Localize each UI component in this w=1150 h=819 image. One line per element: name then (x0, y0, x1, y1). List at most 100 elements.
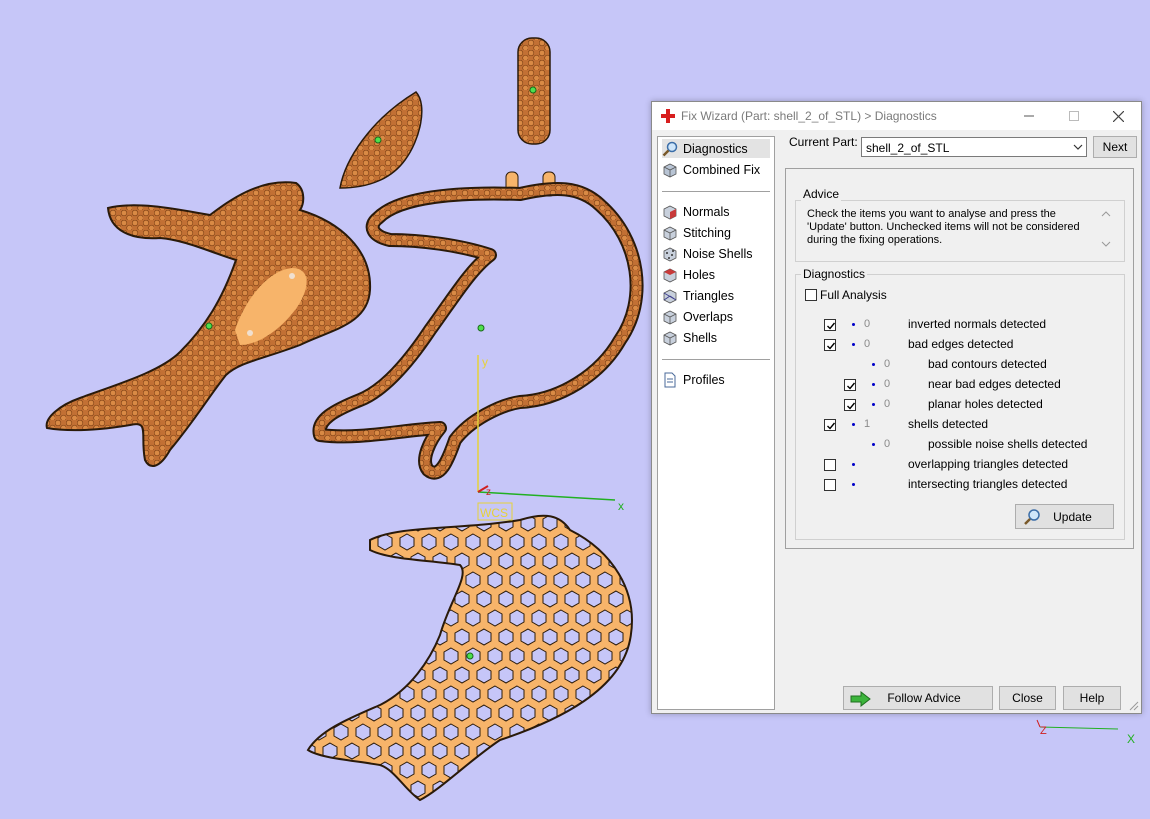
shells-checkbox[interactable] (824, 419, 836, 431)
nav-item-holes[interactable]: Holes (662, 265, 715, 284)
planar-holes-count: 0 (884, 398, 891, 410)
near-bad-edges-checkbox[interactable] (844, 379, 856, 391)
scroll-down-icon[interactable] (1101, 240, 1111, 248)
close-icon (1113, 110, 1124, 122)
status-dot (852, 463, 855, 466)
nav-item-label: Holes (683, 267, 715, 282)
status-dot (852, 323, 855, 326)
overlapping-triangles-label: overlapping triangles detected (908, 457, 1069, 471)
nav-item-stitching[interactable]: Stitching (662, 223, 731, 242)
update-button[interactable]: Update (1015, 504, 1114, 529)
mini-axis-x-label: X (1127, 732, 1135, 746)
nav-item-label: Profiles (683, 372, 725, 387)
minimize-icon (1023, 115, 1034, 117)
overlapping-triangles-checkbox[interactable] (824, 459, 836, 471)
red-cross-icon (661, 109, 675, 123)
help-button[interactable]: Help (1063, 686, 1121, 710)
noise-shells-icon (663, 247, 677, 261)
scroll-up-icon[interactable] (1101, 210, 1111, 218)
world-axes: y x z WCS (477, 355, 624, 521)
green-arrow-icon (850, 691, 871, 707)
magnifier-icon (1024, 509, 1040, 525)
nav-item-label: Diagnostics (683, 141, 748, 156)
shells-cube-icon (663, 331, 677, 345)
fix-wizard-dialog: Fix Wizard (Part: shell_2_of_STL) > Diag… (651, 101, 1142, 714)
resize-grip-icon[interactable] (1129, 701, 1139, 711)
nav-separator (662, 359, 770, 360)
minimize-button[interactable] (1006, 102, 1051, 130)
current-part-value: shell_2_of_STL (866, 141, 950, 155)
planar-holes-label: planar holes detected (928, 397, 1043, 411)
nav-item-diagnostics[interactable]: Diagnostics (662, 139, 770, 158)
shells-label: shells detected (908, 417, 989, 431)
mesh-shell-drop (339, 91, 423, 189)
cube-icon (663, 163, 677, 177)
nav-item-overlaps[interactable]: Overlaps (662, 307, 733, 326)
next-button-label: Next (1102, 140, 1128, 154)
mesh-shell-honeycomb (306, 514, 633, 802)
axis-y-label: y (482, 355, 488, 369)
axis-z-label: z (486, 487, 491, 498)
bad-edges-label: bad edges detected (908, 337, 1014, 351)
bad-edges-count: 0 (864, 338, 871, 350)
nav-item-triangles[interactable]: Triangles (662, 286, 734, 305)
holes-cube-icon (663, 268, 677, 282)
fix-wizard-nav: Diagnostics Combined Fix Normals Stitchi… (657, 136, 775, 710)
planar-holes-checkbox[interactable] (844, 399, 856, 411)
checkmark-icon (827, 322, 836, 330)
triangles-cube-icon (663, 289, 677, 303)
full-analysis-checkbox[interactable] (805, 289, 817, 301)
bad-contours-label: bad contours detected (928, 357, 1047, 371)
close-button-label: Close (1012, 691, 1043, 705)
nav-item-noise-shells[interactable]: Noise Shells (662, 244, 752, 263)
checkmark-icon (847, 382, 856, 390)
follow-advice-button[interactable]: Follow Advice (843, 686, 993, 710)
close-window-button[interactable] (1096, 102, 1141, 130)
checkmark-icon (827, 342, 836, 350)
magnifier-icon (662, 141, 678, 156)
status-dot (872, 403, 875, 406)
near-bad-edges-count: 0 (884, 378, 891, 390)
status-dot (872, 363, 875, 366)
inverted-normals-label: inverted normals detected (908, 317, 1047, 331)
status-dot (872, 383, 875, 386)
next-button[interactable]: Next (1093, 136, 1137, 158)
status-dot (852, 423, 855, 426)
axis-x-label: x (618, 499, 624, 513)
nav-item-combined-fix[interactable]: Combined Fix (662, 160, 760, 179)
normals-cube-icon (663, 205, 677, 219)
mini-axis-z-label: Z (1040, 725, 1047, 737)
advice-group-title: Advice (801, 187, 842, 201)
noise-shells-label: possible noise shells detected (928, 437, 1088, 451)
noise-shells-count: 0 (884, 438, 891, 450)
status-dot (872, 443, 875, 446)
advice-text: Check the items you want to analyse and … (807, 208, 1080, 246)
nav-item-label: Overlaps (683, 309, 734, 324)
inverted-normals-count: 0 (864, 318, 871, 330)
nav-item-label: Normals (683, 204, 730, 219)
bad-edges-checkbox[interactable] (824, 339, 836, 351)
maximize-button[interactable] (1051, 102, 1096, 130)
overlaps-cube-icon (663, 310, 677, 324)
nav-item-label: Triangles (683, 288, 734, 303)
nav-item-label: Stitching (683, 225, 731, 240)
document-icon (664, 372, 676, 387)
close-button[interactable]: Close (999, 686, 1056, 710)
shells-count: 1 (864, 418, 871, 430)
wcs-label: WCS (480, 506, 508, 520)
help-button-label: Help (1079, 691, 1105, 705)
full-analysis-label: Full Analysis (820, 288, 887, 302)
window-title: Fix Wizard (Part: shell_2_of_STL) > Diag… (681, 109, 937, 123)
title-bar[interactable]: Fix Wizard (Part: shell_2_of_STL) > Diag… (652, 102, 1141, 130)
follow-advice-label: Follow Advice (887, 691, 961, 705)
current-part-select[interactable]: shell_2_of_STL (861, 137, 1087, 157)
chevron-down-icon (1073, 144, 1083, 150)
nav-item-label: Combined Fix (683, 162, 761, 177)
nav-item-shells[interactable]: Shells (662, 328, 717, 347)
intersecting-triangles-checkbox[interactable] (824, 479, 836, 491)
inverted-normals-checkbox[interactable] (824, 319, 836, 331)
nav-item-normals[interactable]: Normals (662, 202, 730, 221)
nav-item-label: Shells (683, 330, 718, 345)
nav-item-profiles[interactable]: Profiles (662, 370, 725, 389)
status-dot (852, 343, 855, 346)
